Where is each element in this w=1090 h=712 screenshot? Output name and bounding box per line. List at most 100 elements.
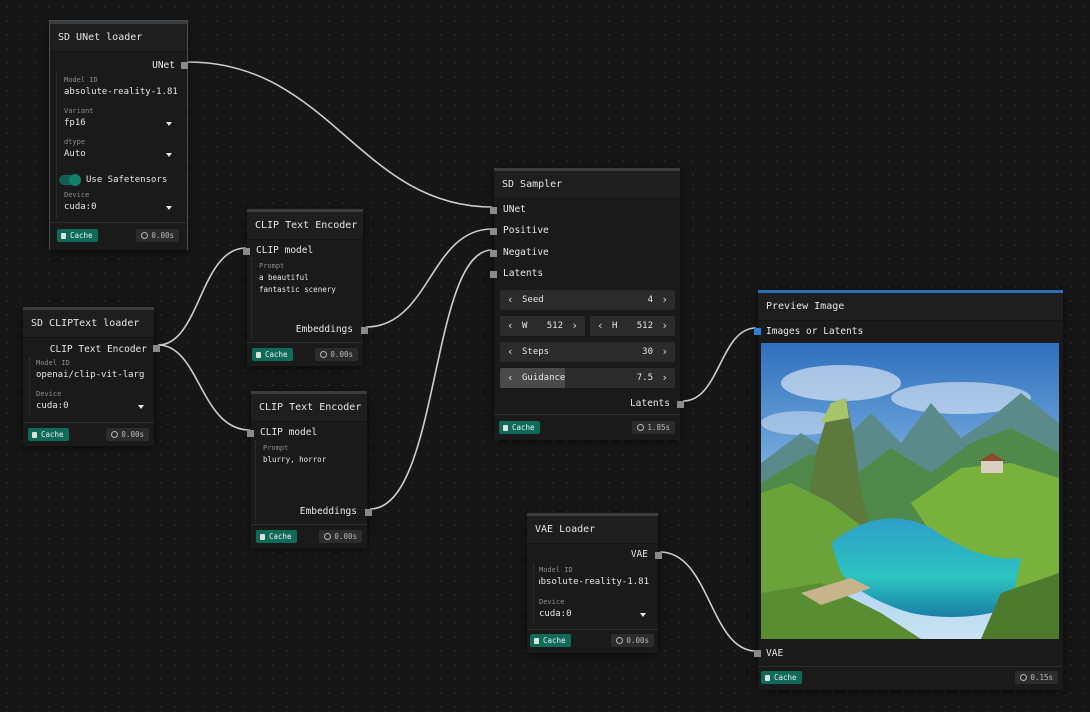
chevron-down-icon[interactable] xyxy=(640,613,646,617)
chevron-right-icon[interactable]: › xyxy=(571,316,578,336)
clip-loader-node[interactable]: SD CLIPText loader CLIP Text Encoder Mod… xyxy=(23,307,160,446)
negative-input-label: Negative xyxy=(503,247,549,258)
width-label: W xyxy=(522,321,528,331)
safetensors-toggle[interactable] xyxy=(59,174,81,186)
clock-icon xyxy=(616,637,624,644)
width-stepper[interactable]: ‹ W 512 › xyxy=(500,316,585,336)
chevron-left-icon[interactable]: ‹ xyxy=(507,316,514,336)
clip-model-input-label: CLIP model xyxy=(260,427,318,438)
clip-encoder-positive-node[interactable]: CLIP Text Encoder CLIP model Prompt a be… xyxy=(243,209,368,366)
clock-icon xyxy=(320,351,328,358)
preview-image-node[interactable]: Preview Image Images or Latents VAE Cach… xyxy=(754,290,1063,690)
embeddings-output-port[interactable] xyxy=(365,509,372,516)
unet-loader-node[interactable]: SD UNet loader UNet Model ID absolute-re… xyxy=(49,20,188,250)
clip-output-port[interactable] xyxy=(153,345,160,352)
dtype-select[interactable]: Auto xyxy=(64,149,86,159)
steps-value[interactable]: 30 xyxy=(642,342,653,362)
seed-stepper[interactable]: ‹ Seed 4 › xyxy=(500,290,675,310)
trash-icon xyxy=(765,675,770,681)
preview-image xyxy=(761,343,1059,639)
prompt-textarea-line2[interactable]: fantastic scenery xyxy=(259,285,336,294)
exec-time-badge: 0.00s xyxy=(315,348,358,361)
chevron-left-icon[interactable]: ‹ xyxy=(507,342,514,362)
clock-icon xyxy=(637,424,645,431)
dtype-label: dtype xyxy=(64,138,86,146)
cache-button[interactable]: Cache xyxy=(252,348,293,361)
chevron-down-icon[interactable] xyxy=(166,153,172,157)
steps-stepper[interactable]: ‹ Steps 30 › xyxy=(500,342,675,362)
chevron-right-icon[interactable]: › xyxy=(661,316,668,336)
vae-input-port[interactable] xyxy=(754,650,761,657)
latents-output-port[interactable] xyxy=(677,401,684,408)
chevron-down-icon[interactable] xyxy=(166,206,172,210)
chevron-down-icon[interactable] xyxy=(166,122,172,126)
wire-vae-to-preview xyxy=(659,551,757,652)
negative-input-port[interactable] xyxy=(490,250,497,257)
clip-encoder-negative-node[interactable]: CLIP Text Encoder CLIP model Prompt blur… xyxy=(247,391,372,548)
unet-input-port[interactable] xyxy=(490,207,497,214)
unet-output-port[interactable] xyxy=(181,62,188,69)
node-title[interactable]: SD Sampler xyxy=(494,171,680,199)
chevron-right-icon[interactable]: › xyxy=(661,290,668,310)
variant-label: Variant xyxy=(64,107,94,115)
device-select[interactable]: cuda:0 xyxy=(539,609,572,619)
vae-loader-node[interactable]: VAE Loader VAE Model ID absolute-reality… xyxy=(527,513,662,653)
model-id-label: Model ID xyxy=(64,76,98,84)
prompt-textarea-line1[interactable]: a beautiful xyxy=(259,273,309,282)
node-title[interactable]: CLIP Text Encoder xyxy=(247,212,363,240)
device-label: Device xyxy=(539,598,565,606)
node-title[interactable]: CLIP Text Encoder xyxy=(251,394,367,422)
clock-icon xyxy=(111,431,119,438)
prompt-label: Prompt xyxy=(263,444,289,452)
trash-icon xyxy=(503,425,508,431)
clip-model-input-port[interactable] xyxy=(243,248,250,255)
chevron-left-icon[interactable]: ‹ xyxy=(507,290,514,310)
latents-output-label: Latents xyxy=(629,398,670,409)
model-id-input[interactable]: absolute-reality-1.81 xyxy=(64,87,182,97)
exec-time-badge: 0.00s xyxy=(319,530,362,543)
chevron-left-icon[interactable]: ‹ xyxy=(507,368,514,388)
height-value[interactable]: 512 xyxy=(637,316,653,336)
cache-button[interactable]: Cache xyxy=(499,421,540,434)
sd-sampler-node[interactable]: SD Sampler UNet Positive Negative Latent… xyxy=(490,168,684,440)
chevron-down-icon[interactable] xyxy=(138,405,144,409)
node-title[interactable]: SD CLIPText loader xyxy=(23,310,154,338)
guidance-value[interactable]: 7.5 xyxy=(637,368,653,388)
steps-label: Steps xyxy=(522,347,550,357)
chevron-right-icon[interactable]: › xyxy=(661,342,668,362)
cache-button[interactable]: Cache xyxy=(530,634,571,647)
wire-unet-to-sampler xyxy=(187,61,493,208)
images-input-port[interactable] xyxy=(754,328,761,335)
embeddings-output-port[interactable] xyxy=(361,327,368,334)
trash-icon xyxy=(260,534,265,540)
seed-value[interactable]: 4 xyxy=(648,290,653,310)
prompt-label: Prompt xyxy=(259,262,285,270)
positive-input-port[interactable] xyxy=(490,228,497,235)
height-stepper[interactable]: ‹ H 512 › xyxy=(590,316,675,336)
cache-button[interactable]: Cache xyxy=(28,428,69,441)
clip-model-input-port[interactable] xyxy=(247,430,254,437)
node-title[interactable]: SD UNet loader xyxy=(50,24,187,52)
cache-button[interactable]: Cache xyxy=(57,229,98,242)
chevron-right-icon[interactable]: › xyxy=(661,368,668,388)
seed-label: Seed xyxy=(522,295,544,305)
device-select[interactable]: cuda:0 xyxy=(64,202,97,212)
guidance-slider[interactable]: ‹ Guidance 7.5 › xyxy=(500,368,675,388)
cache-button[interactable]: Cache xyxy=(761,671,802,684)
latents-input-port[interactable] xyxy=(490,271,497,278)
width-value[interactable]: 512 xyxy=(547,316,563,336)
prompt-textarea[interactable]: blurry, horror xyxy=(263,455,326,464)
node-title[interactable]: VAE Loader xyxy=(527,516,658,544)
positive-input-label: Positive xyxy=(503,225,549,236)
trash-icon xyxy=(534,638,539,644)
node-title[interactable]: Preview Image xyxy=(758,293,1063,321)
wire-pos-to-sampler xyxy=(365,228,493,328)
model-id-input[interactable]: openai/clip-vit-large xyxy=(36,370,144,380)
chevron-left-icon[interactable]: ‹ xyxy=(597,316,604,336)
cache-button[interactable]: Cache xyxy=(256,530,297,543)
model-id-input[interactable]: absolute-reality-1.81 xyxy=(539,577,649,587)
device-select[interactable]: cuda:0 xyxy=(36,401,69,411)
vae-output-port[interactable] xyxy=(655,552,662,559)
variant-select[interactable]: fp16 xyxy=(64,118,86,128)
embeddings-output-label: Embeddings xyxy=(299,506,357,517)
